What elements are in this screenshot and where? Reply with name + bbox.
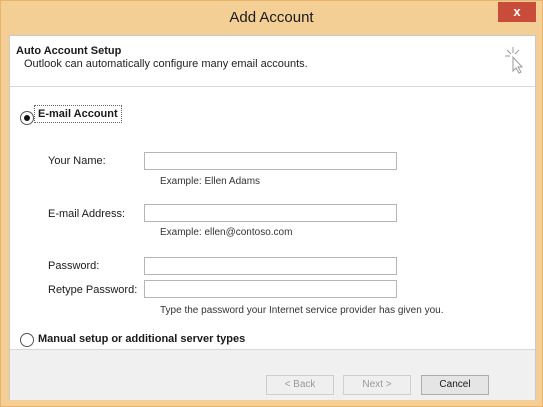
email-address-hint: Example: ellen@contoso.com xyxy=(160,227,293,238)
cancel-button[interactable]: Cancel xyxy=(421,375,489,395)
email-address-label: E-mail Address: xyxy=(48,208,126,220)
email-account-option[interactable]: E-mail Account xyxy=(34,105,122,123)
your-name-field[interactable] xyxy=(144,152,397,170)
manual-setup-radio[interactable] xyxy=(20,333,34,347)
email-account-label: E-mail Account xyxy=(38,108,118,120)
add-account-dialog: Add Account x Auto Account Setup Outlook… xyxy=(0,0,543,407)
manual-setup-label[interactable]: Manual setup or additional server types xyxy=(38,333,245,345)
cursor-sparkle-icon xyxy=(505,47,524,74)
form-area: E-mail Account Your Name: Example: Ellen… xyxy=(10,87,535,349)
header-title: Auto Account Setup xyxy=(16,45,122,57)
dialog-content: Auto Account Setup Outlook can automatic… xyxy=(9,35,536,400)
retype-password-label: Retype Password: xyxy=(48,284,138,296)
setup-header: Auto Account Setup Outlook can automatic… xyxy=(10,36,535,87)
retype-password-hint: Type the password your Internet service … xyxy=(160,305,444,316)
header-subtitle: Outlook can automatically configure many… xyxy=(24,58,308,70)
window-title: Add Account xyxy=(229,9,314,26)
button-bar: < Back Next > Cancel xyxy=(10,349,535,400)
title-bar[interactable]: Add Account x xyxy=(1,1,542,35)
close-button[interactable]: x xyxy=(498,2,536,22)
email-address-field[interactable] xyxy=(144,204,397,222)
retype-password-field[interactable] xyxy=(144,280,397,298)
your-name-hint: Example: Ellen Adams xyxy=(160,176,261,187)
your-name-label: Your Name: xyxy=(48,155,106,167)
next-button[interactable]: Next > xyxy=(343,375,411,395)
password-label: Password: xyxy=(48,260,100,272)
password-field[interactable] xyxy=(144,257,397,275)
back-button[interactable]: < Back xyxy=(266,375,334,395)
email-account-radio[interactable] xyxy=(20,111,34,125)
